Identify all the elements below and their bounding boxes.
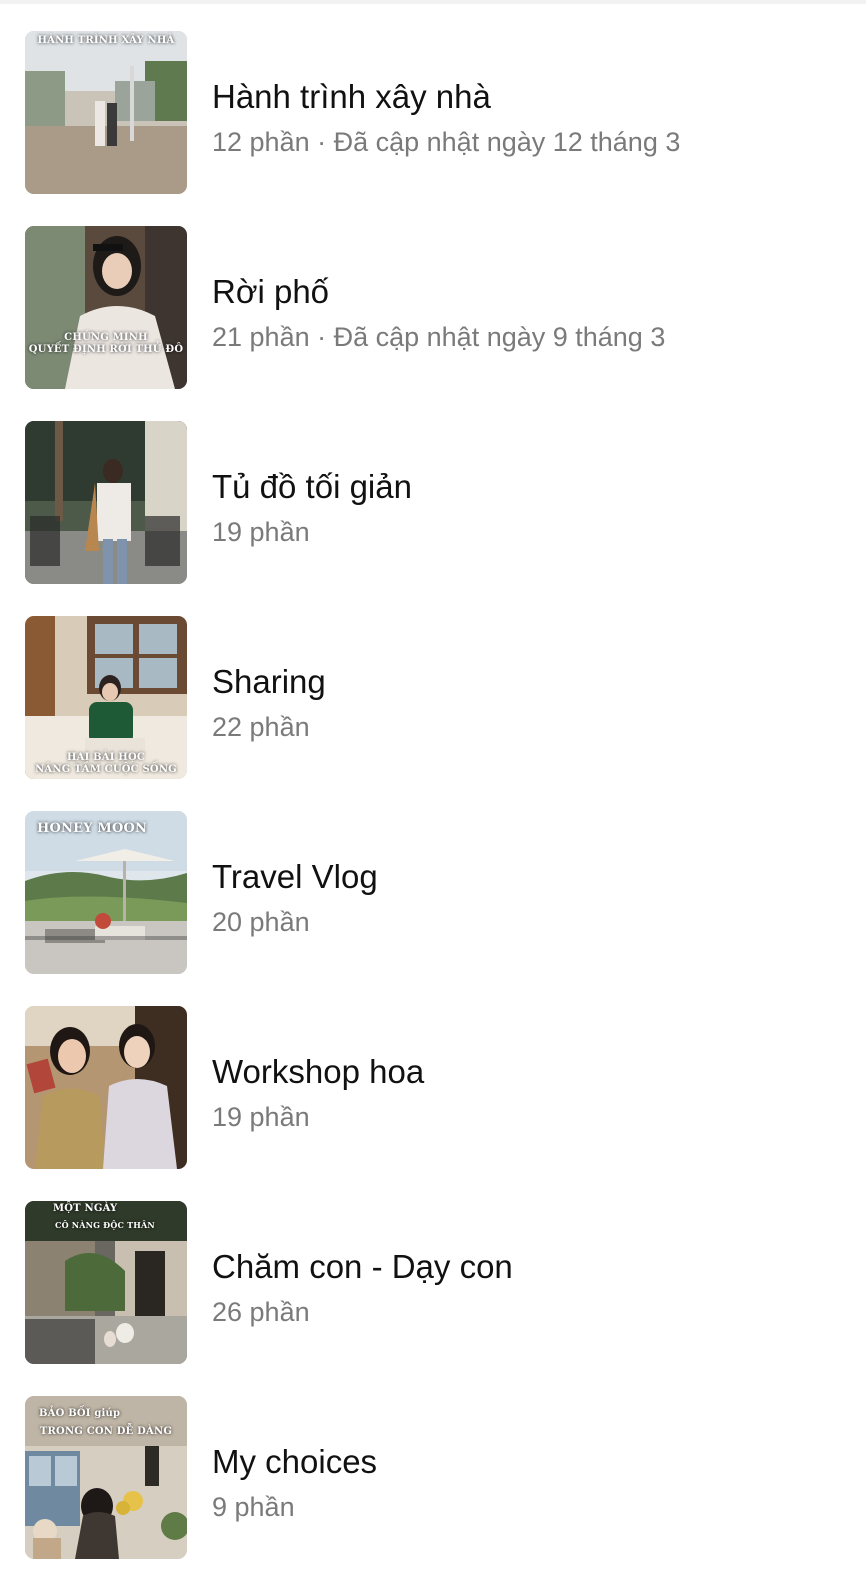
series-item-roi-pho[interactable]: CHỨNG MINH QUYẾT ĐỊNH RỜI THỦ ĐÔ Rời phố… bbox=[0, 195, 866, 391]
series-title: Sharing bbox=[212, 663, 326, 700]
series-title: Workshop hoa bbox=[212, 1053, 425, 1090]
thumbnail-caption: HAI BÀI HỌC bbox=[66, 752, 146, 763]
series-title: Hành trình xây nhà bbox=[212, 78, 491, 115]
thumbnail-caption: HÀNH TRÌNH XÂY NHÀ bbox=[37, 35, 175, 46]
series-subtitle: 22 phần bbox=[212, 712, 310, 742]
series-thumbnail bbox=[25, 1006, 187, 1169]
series-thumbnail: HONEY MOON bbox=[25, 811, 187, 974]
series-item-tu-do-toi-gian[interactable]: Tủ đồ tối giản 19 phần bbox=[0, 390, 866, 586]
series-title: Rời phố bbox=[212, 273, 330, 310]
series-title: Tủ đồ tối giản bbox=[212, 468, 412, 505]
series-title: Chăm con - Dạy con bbox=[212, 1248, 513, 1285]
series-item-hanh-trinh-xay-nha[interactable]: HÀNH TRÌNH XÂY NHÀ Hành trình xây nhà 12… bbox=[0, 0, 866, 196]
series-thumbnail: CHỨNG MINH QUYẾT ĐỊNH RỜI THỦ ĐÔ bbox=[25, 226, 187, 389]
series-thumbnail: HAI BÀI HỌC NÂNG TẦM CUỘC SỐNG bbox=[25, 616, 187, 779]
series-item-cham-con-day-con[interactable]: MỘT NGÀY CÔ NÀNG ĐỘC THÂN Chăm con - Dạy… bbox=[0, 1170, 866, 1366]
series-item-travel-vlog[interactable]: HONEY MOON Travel Vlog 20 phần bbox=[0, 780, 866, 976]
series-thumbnail: BẢO BỐI giúp TRONG CON DỄ DÀNG bbox=[25, 1396, 187, 1559]
series-subtitle: 21 phần · Đã cập nhật ngày 9 tháng 3 bbox=[212, 322, 666, 352]
thumbnail-caption: MỘT NGÀY bbox=[53, 1203, 118, 1214]
series-thumbnail: HÀNH TRÌNH XÂY NHÀ bbox=[25, 31, 187, 194]
thumbnail-caption: BẢO BỐI giúp bbox=[39, 1408, 121, 1419]
series-title: My choices bbox=[212, 1443, 378, 1480]
series-subtitle: 26 phần bbox=[212, 1297, 310, 1327]
thumbnail-caption: HONEY MOON bbox=[37, 821, 148, 836]
thumbnail-caption-secondary: NÂNG TẦM CUỘC SỐNG bbox=[35, 764, 177, 775]
series-title: Travel Vlog bbox=[212, 858, 378, 895]
series-subtitle: 19 phần bbox=[212, 517, 310, 547]
series-subtitle: 20 phần bbox=[212, 907, 310, 937]
series-subtitle: 12 phần · Đã cập nhật ngày 12 tháng 3 bbox=[212, 127, 681, 157]
series-item-my-choices[interactable]: BẢO BỐI giúp TRONG CON DỄ DÀNG My choice… bbox=[0, 1365, 866, 1561]
thumbnail-caption-secondary: QUYẾT ĐỊNH RỜI THỦ ĐÔ bbox=[28, 344, 184, 355]
thumbnail-caption: CHỨNG MINH bbox=[64, 332, 148, 343]
series-subtitle: 19 phần bbox=[212, 1102, 310, 1132]
series-item-workshop-hoa[interactable]: Workshop hoa 19 phần bbox=[0, 975, 866, 1171]
series-subtitle: 9 phần bbox=[212, 1492, 295, 1522]
series-thumbnail bbox=[25, 421, 187, 584]
thumbnail-caption-secondary: TRONG CON DỄ DÀNG bbox=[39, 1426, 173, 1437]
series-thumbnail: MỘT NGÀY CÔ NÀNG ĐỘC THÂN bbox=[25, 1201, 187, 1364]
thumbnail-caption-secondary: CÔ NÀNG ĐỘC THÂN bbox=[55, 1220, 155, 1230]
series-item-sharing[interactable]: HAI BÀI HỌC NÂNG TẦM CUỘC SỐNG Sharing 2… bbox=[0, 585, 866, 781]
